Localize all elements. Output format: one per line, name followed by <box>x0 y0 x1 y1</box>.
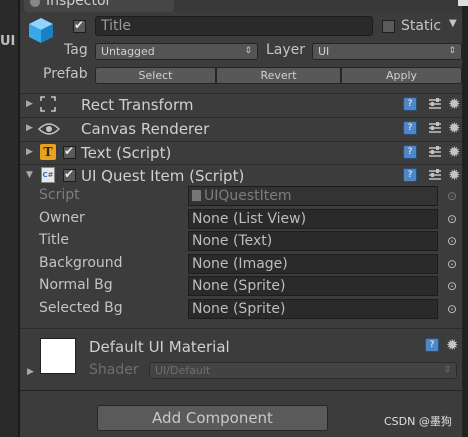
component-title: Canvas Renderer <box>81 120 210 138</box>
script-label: Script <box>39 187 80 203</box>
presets-icon[interactable] <box>428 121 442 135</box>
left-panel-edge: UI <box>0 0 18 437</box>
object-picker-icon: ⊙ <box>447 189 458 203</box>
prefab-select-button[interactable]: Select <box>95 67 216 84</box>
inspector-tab-title: Inspector <box>46 0 112 9</box>
component-title: Text (Script) <box>81 144 172 162</box>
object-picker-icon[interactable]: ⊙ <box>447 302 457 316</box>
left-panel-label: UI <box>0 34 16 49</box>
owner-label: Owner <box>39 210 85 226</box>
prefab-revert-button[interactable]: Revert <box>216 67 341 84</box>
expand-arrow-icon[interactable]: ▼ <box>26 170 33 180</box>
eye-icon <box>38 123 60 135</box>
tag-value: Untagged <box>101 45 155 58</box>
shader-value: UI/Default <box>155 364 211 377</box>
object-picker-icon[interactable]: ⊙ <box>447 279 457 293</box>
prefab-label: Prefab <box>43 66 88 82</box>
layer-label: Layer <box>266 42 306 58</box>
component-header-rect-transform[interactable]: ▶ Rect Transform ? ✹ <box>20 94 462 116</box>
help-icon[interactable]: ? <box>403 97 417 111</box>
add-component-button[interactable]: Add Component <box>97 405 328 431</box>
static-dropdown-arrow[interactable]: ▼ <box>449 18 457 29</box>
normal-bg-label: Normal Bg <box>39 277 113 293</box>
component-divider <box>20 390 462 391</box>
material-help-icon[interactable]: ? <box>425 338 439 352</box>
rect-transform-icon <box>40 96 56 112</box>
material-name: Default UI Material <box>89 338 230 356</box>
help-icon[interactable]: ? <box>403 145 417 159</box>
presets-icon[interactable] <box>428 168 442 182</box>
tab-menu-mark <box>458 0 468 6</box>
gear-icon[interactable]: ✹ <box>448 145 461 160</box>
gear-icon[interactable]: ✹ <box>448 168 461 183</box>
component-title: Rect Transform <box>81 96 194 114</box>
help-icon[interactable]: ? <box>403 168 417 182</box>
active-checkbox[interactable] <box>73 18 86 33</box>
script-icon: C# <box>41 167 55 183</box>
script-file-icon <box>192 190 201 201</box>
object-picker-icon[interactable]: ⊙ <box>447 212 457 226</box>
material-preview <box>40 338 76 374</box>
component-title: UI Quest Item (Script) <box>81 167 245 185</box>
static-label: Static <box>401 18 442 34</box>
layer-dropdown[interactable]: UI ⇕ <box>312 43 462 60</box>
presets-icon[interactable] <box>428 145 442 159</box>
tag-label: Tag <box>64 42 88 58</box>
title-field[interactable]: None (Text) <box>188 231 438 251</box>
owner-field[interactable]: None (List View) <box>188 209 438 229</box>
shader-label: Shader <box>89 362 139 378</box>
object-picker-icon[interactable]: ⊙ <box>447 234 457 248</box>
component-header-canvas-renderer[interactable]: ▶ Canvas Renderer ? ✹ <box>20 118 462 140</box>
static-checkbox[interactable] <box>382 20 395 33</box>
component-enabled-checkbox[interactable] <box>63 167 76 182</box>
component-enabled-checkbox[interactable] <box>63 144 76 159</box>
dropdown-arrow-icon: ⇕ <box>244 46 252 56</box>
script-field: UIQuestItem <box>188 186 438 206</box>
normal-bg-field[interactable]: None (Sprite) <box>188 276 438 296</box>
title-label: Title <box>39 232 70 248</box>
gear-icon[interactable]: ✹ <box>448 97 461 112</box>
material-foldout-arrow-icon[interactable]: ▶ <box>27 367 34 377</box>
script-value: UIQuestItem <box>204 188 292 204</box>
inspector-tab-icon <box>30 0 40 7</box>
collapse-arrow-icon[interactable]: ▶ <box>26 99 33 109</box>
background-field[interactable]: None (Image) <box>188 254 438 274</box>
watermark: CSDN @墨狗 <box>384 415 452 428</box>
presets-icon[interactable] <box>428 97 442 111</box>
right-border <box>462 0 468 437</box>
prefab-apply-button[interactable]: Apply <box>341 67 462 84</box>
component-header-text-script[interactable]: ▶ T Text (Script) ? ✹ <box>20 142 462 164</box>
component-divider <box>20 328 462 329</box>
material-gear-icon[interactable]: ✹ <box>446 338 459 353</box>
shader-dropdown: UI/Default ⇕ <box>149 362 457 379</box>
component-header-ui-quest-item[interactable]: ▼ C# UI Quest Item (Script) ? ✹ <box>20 165 462 187</box>
selected-bg-label: Selected Bg <box>39 300 123 316</box>
collapse-arrow-icon[interactable]: ▶ <box>26 123 33 133</box>
help-icon[interactable]: ? <box>403 121 417 135</box>
object-name-field[interactable]: Title <box>95 16 373 36</box>
object-picker-icon[interactable]: ⊙ <box>447 257 457 271</box>
selected-bg-field[interactable]: None (Sprite) <box>188 299 438 319</box>
background-label: Background <box>39 255 123 271</box>
collapse-arrow-icon[interactable]: ▶ <box>26 147 33 157</box>
gameobject-cube-icon <box>29 18 53 43</box>
text-icon: T <box>40 144 56 160</box>
dropdown-arrow-icon: ⇕ <box>448 46 456 56</box>
gear-icon[interactable]: ✹ <box>448 121 461 136</box>
tag-dropdown[interactable]: Untagged ⇕ <box>95 43 258 60</box>
layer-value: UI <box>318 45 330 58</box>
inspector-tab[interactable]: Inspector <box>24 0 174 12</box>
dropdown-arrow-icon: ⇕ <box>443 365 451 375</box>
